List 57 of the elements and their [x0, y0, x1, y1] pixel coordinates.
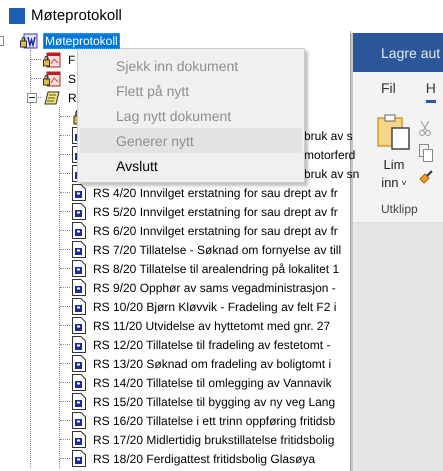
- document-icon: [72, 279, 86, 296]
- tree-item[interactable]: RS 18/20 Ferdigattest fritidsbolig Glasøya: [91, 450, 318, 466]
- document-icon: [72, 374, 86, 391]
- tree-item[interactable]: motorferd: [302, 146, 358, 162]
- tree-item[interactable]: RS 4/20 Innvilget erstatning for sau drept av fr: [91, 184, 340, 200]
- tree-item[interactable]: RS 9/20 Opphør av sams vegadministrasjon -: [91, 280, 338, 296]
- document-icon: [72, 241, 86, 258]
- document-icon: [72, 355, 86, 372]
- tree-item[interactable]: RS 8/20 Tillatelse til arealendring på lokalitet 1: [91, 260, 342, 276]
- app-icon: [9, 8, 25, 24]
- document-icon: [72, 298, 86, 315]
- document-icon: [72, 203, 86, 220]
- expander-icon[interactable]: [0, 36, 4, 46]
- copy-icon[interactable]: [419, 144, 433, 162]
- scroll-icon: [43, 90, 61, 106]
- document-icon: [72, 450, 86, 467]
- document-icon: [72, 336, 86, 353]
- paste-icon[interactable]: [377, 114, 411, 150]
- document-lock-icon: [20, 32, 38, 48]
- tree-item[interactable]: F: [66, 52, 78, 68]
- tree-item[interactable]: bruk av sn: [302, 166, 362, 182]
- tree-item[interactable]: R: [66, 90, 79, 106]
- document-icon: [72, 317, 86, 334]
- document-icon: [72, 184, 86, 201]
- tree-item[interactable]: RS 16/20 Tillatelse i ett trinn oppføring fritidsb: [91, 412, 338, 428]
- scissors-icon[interactable]: [419, 120, 431, 136]
- group-label: Utklipp: [380, 201, 419, 216]
- tree-item[interactable]: RS 15/20 Tillatelse til bygging av ny veg Lang: [91, 394, 338, 410]
- tree-item[interactable]: RS 6/20 Innvilget erstatning for sau drept av fr: [91, 222, 340, 238]
- brush-icon[interactable]: [419, 170, 433, 186]
- tree-item[interactable]: bruk av s: [302, 128, 355, 144]
- window-title: Møteprotokoll: [31, 7, 122, 24]
- document-icon: [72, 222, 86, 239]
- tree-item[interactable]: RS 17/20 Midlertidig brukstillatelse fritidsbolig: [91, 432, 336, 448]
- tree-item[interactable]: RS 11/20 Utvidelse av hyttetomt med gnr. 27: [91, 318, 332, 334]
- document-icon: [72, 412, 86, 429]
- ribbon-tab[interactable]: H: [426, 80, 436, 103]
- document-icon: [72, 431, 86, 448]
- ribbon-tab[interactable]: Fil: [381, 80, 396, 103]
- tree-item[interactable]: RS 12/20 Tillatelse til fradeling av festetomt -: [91, 336, 332, 352]
- tree-item[interactable]: RS 5/20 Innvilget erstatning for sau drept av fr: [91, 204, 340, 220]
- document-lock-icon: [43, 52, 61, 68]
- tree-item[interactable]: Møteprotokoll: [43, 32, 120, 48]
- document-lock-icon: [43, 70, 61, 86]
- paste-label: inn: [381, 174, 399, 192]
- tree-item[interactable]: RS 14/20 Tillatelse til omlegging av Vannavik: [91, 374, 334, 390]
- collapse-icon[interactable]: [27, 92, 37, 102]
- document-icon: [72, 393, 86, 410]
- tree-item[interactable]: S: [66, 70, 78, 86]
- title-text: Lagre aut: [381, 44, 440, 60]
- paste-label: Lim: [384, 156, 404, 174]
- document-icon: [72, 260, 86, 277]
- tree-item[interactable]: RS 10/20 Bjørn Kløvvik - Fradeling av felt F2 i: [91, 298, 338, 314]
- caret-icon: ˅: [402, 174, 407, 192]
- tree-item[interactable]: RS 13/20 Søknad om fradeling av boligtomt i: [91, 356, 334, 372]
- menu-item[interactable]: Avslutt: [80, 153, 302, 178]
- tree-item[interactable]: RS 7/20 Tillatelse - Søknad om fornyelse av till: [91, 242, 344, 258]
